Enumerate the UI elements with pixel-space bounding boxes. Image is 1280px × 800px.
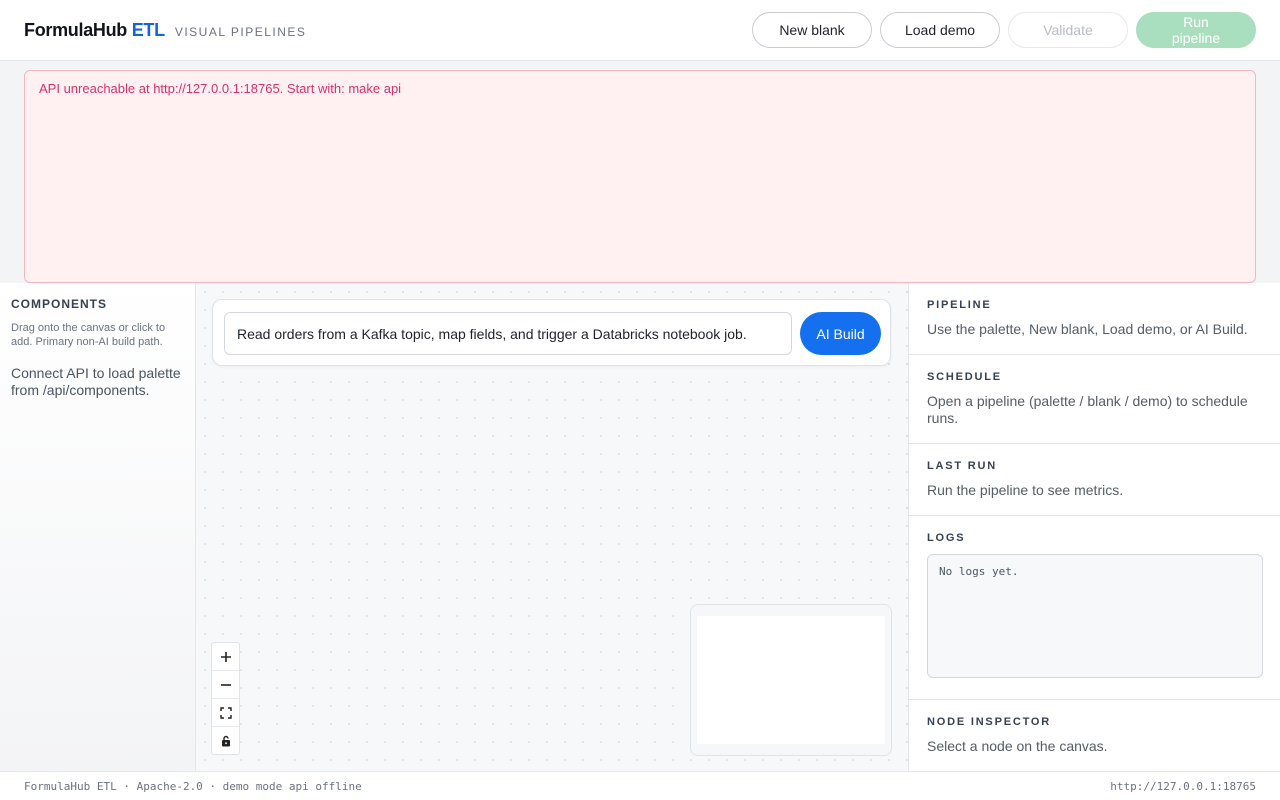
footer-api-url: http://127.0.0.1:18765 — [1110, 779, 1256, 793]
zoom-controls — [211, 642, 240, 755]
logs-section: Logs No logs yet. — [909, 516, 1280, 700]
last-run-section: Last run Run the pipeline to see metrics… — [909, 444, 1280, 516]
components-palette: Components Drag onto the canvas or click… — [0, 283, 196, 771]
run-pipeline-button[interactable]: Run pipeline — [1136, 12, 1256, 48]
pipeline-section: Pipeline Use the palette, New blank, Loa… — [909, 283, 1280, 355]
zoom-in-button[interactable] — [212, 643, 239, 671]
plus-icon — [220, 651, 231, 662]
load-demo-button[interactable]: Load demo — [880, 12, 1000, 48]
pipeline-section-text: Use the palette, New blank, Load demo, o… — [927, 321, 1248, 337]
brand-subtitle: Visual Pipelines — [174, 24, 307, 39]
ai-build-bar: AI Build — [212, 299, 891, 366]
schedule-section-text: Open a pipeline (palette / blank / demo)… — [927, 393, 1248, 426]
right-panel: Pipeline Use the palette, New blank, Loa… — [908, 283, 1280, 771]
node-inspector-title: Node inspector — [927, 716, 1052, 728]
brand: FormulaHub ETL Visual Pipelines — [24, 20, 306, 41]
minimap[interactable] — [690, 604, 892, 756]
banner-area: API unreachable at http://127.0.0.1:1876… — [0, 61, 1280, 283]
schedule-section-title: Schedule — [927, 371, 1002, 383]
logs-section-title: Logs — [927, 532, 966, 544]
palette-empty-message: Connect API to load palette from /api/co… — [11, 365, 181, 398]
palette-hint: Drag onto the canvas or click to add. Pr… — [11, 322, 166, 348]
top-bar: FormulaHub ETL Visual Pipelines New blan… — [0, 0, 1280, 61]
api-error-message: API unreachable at http://127.0.0.1:1876… — [39, 81, 402, 96]
pipeline-canvas[interactable]: AI Build — [196, 283, 908, 771]
validate-button[interactable]: Validate — [1008, 12, 1128, 48]
last-run-section-title: Last run — [927, 460, 998, 472]
new-blank-button[interactable]: New blank — [752, 12, 872, 48]
fit-view-button[interactable] — [212, 699, 239, 727]
logs-output[interactable]: No logs yet. — [927, 554, 1263, 678]
ai-prompt-input[interactable] — [224, 312, 792, 355]
api-error-banner: API unreachable at http://127.0.0.1:1876… — [24, 70, 1256, 283]
last-run-section-text: Run the pipeline to see metrics. — [927, 482, 1124, 498]
lock-button[interactable] — [212, 727, 239, 754]
node-inspector-section: Node inspector Select a node on the canv… — [909, 700, 1280, 771]
schedule-section: Schedule Open a pipeline (palette / blan… — [909, 355, 1280, 444]
minus-icon — [220, 683, 231, 686]
lock-icon — [221, 735, 230, 746]
node-inspector-text: Select a node on the canvas. — [927, 738, 1108, 754]
brand-accent: ETL — [131, 19, 165, 40]
status-footer: FormulaHub ETL · Apache-2.0 · demo mode … — [0, 771, 1280, 800]
footer-info: FormulaHub ETL · Apache-2.0 · demo mode … — [24, 779, 362, 793]
ai-build-button[interactable]: AI Build — [800, 312, 881, 355]
palette-title: Components — [11, 297, 108, 311]
fit-view-icon — [219, 706, 232, 719]
pipeline-section-title: Pipeline — [927, 299, 992, 311]
brand-logo: FormulaHub ETL — [24, 19, 165, 40]
zoom-out-button[interactable] — [212, 671, 239, 699]
header-actions: New blank Load demo Validate Run pipelin… — [752, 12, 1256, 48]
minimap-viewport — [697, 616, 885, 744]
